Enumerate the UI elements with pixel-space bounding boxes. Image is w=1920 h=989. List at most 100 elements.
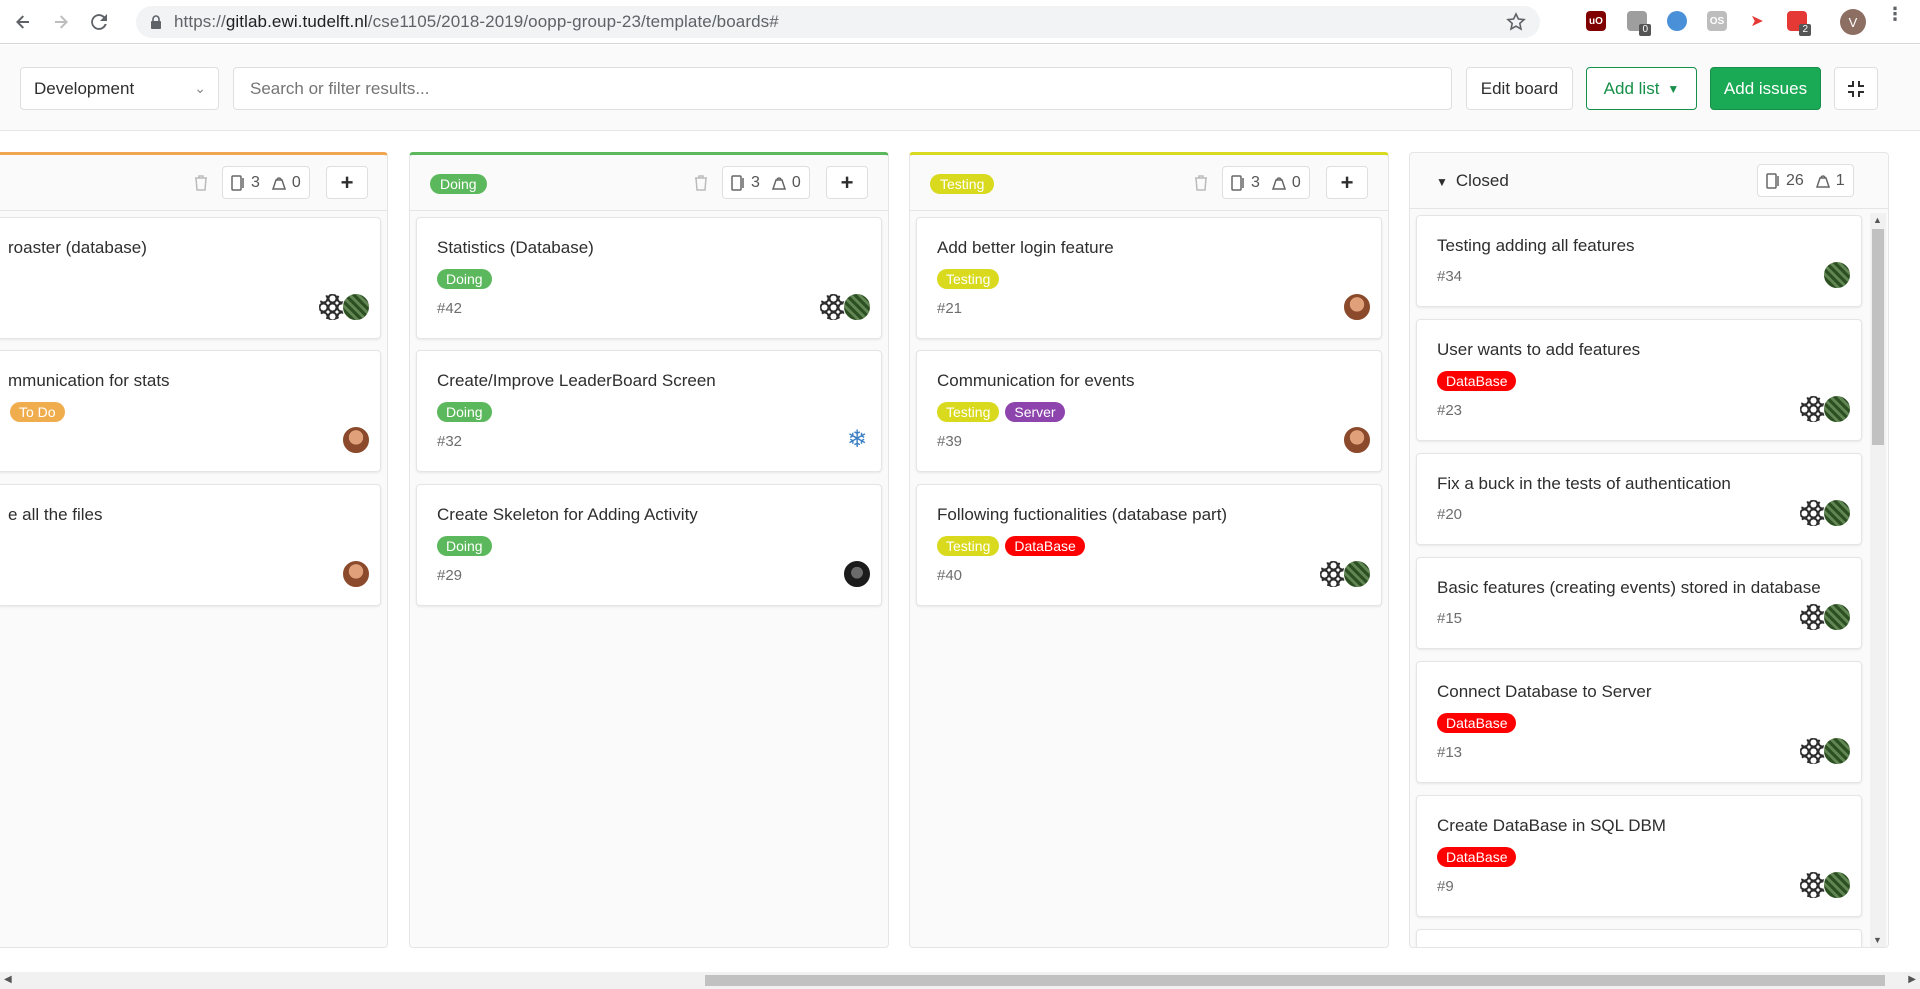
issue-card[interactable]: Create/Improve LeaderBoard Screen Doing … [416,350,882,472]
lock-icon [151,15,161,29]
board-name: Development [34,78,135,98]
list-label[interactable]: Doing [430,174,487,194]
caret-down-icon[interactable]: ▼ [1436,175,1448,189]
label-badge[interactable]: DataBase [1437,371,1517,391]
ublock-extension-icon[interactable]: uO [1583,8,1609,34]
search-input[interactable] [233,67,1452,110]
avatar[interactable] [1823,871,1851,899]
issue-number: #20 [1437,506,1463,523]
edit-board-button[interactable]: Edit board [1466,67,1573,110]
list-scrollbar[interactable]: ▲ ▼ [1870,213,1886,947]
label-badge[interactable]: DataBase [1437,847,1517,867]
label-badge[interactable]: Doing [437,402,492,422]
forward-icon[interactable] [46,7,76,37]
clock-extension-icon[interactable] [1664,8,1690,34]
label-badge[interactable]: Doing [437,269,492,289]
list-counter: 26 1 [1757,164,1854,197]
avatar[interactable] [342,560,370,588]
avatar[interactable] [1343,293,1371,321]
arrow-extension-icon[interactable]: ➤ [1744,8,1770,34]
url-text: https://gitlab.ewi.tudelft.nl/cse1105/20… [174,12,779,31]
back-icon[interactable] [8,7,38,37]
issue-card[interactable]: e all the files [0,484,381,606]
avatar[interactable] [1343,560,1371,588]
avatar[interactable] [342,293,370,321]
avatar[interactable] [1823,261,1851,289]
new-issue-button[interactable]: + [826,166,868,199]
scrollbar-thumb[interactable] [1872,229,1884,445]
profile-avatar[interactable]: V [1840,9,1866,35]
reload-icon[interactable] [84,7,114,37]
issue-card[interactable]: Following fuctionalities (database part)… [916,484,1382,606]
list-label[interactable]: Testing [930,174,995,194]
label-badge[interactable]: Testing [937,536,1000,556]
issue-card[interactable]: mmunication for stats To Do [0,350,381,472]
assignees [819,293,871,321]
avatar[interactable]: ❄ [843,426,871,454]
board-switcher-dropdown[interactable]: Development ⌄ [20,67,219,110]
issue-card[interactable]: Fix a buck in the tests of authenticatio… [1416,453,1862,545]
avatar[interactable] [1823,499,1851,527]
browser-menu-icon[interactable]: ⋮ [1886,5,1904,23]
trash-icon[interactable] [194,175,208,191]
avatar[interactable] [1823,395,1851,423]
issue-card[interactable]: Basic features (creating events) stored … [1416,557,1862,649]
mail-extension-icon[interactable]: 2 [1784,8,1811,36]
label-badge[interactable]: DataBase [1005,536,1085,556]
list-title[interactable]: ▼ Closed [1436,171,1509,191]
assignees [1799,603,1851,631]
address-bar[interactable]: https://gitlab.ewi.tudelft.nl/cse1105/20… [136,6,1540,38]
issue-card[interactable]: Add better login feature Testing #21 [916,217,1382,339]
card-labels: DataBase [1437,847,1517,867]
label-badge[interactable]: DataBase [1437,713,1517,733]
scroll-down-icon[interactable]: ▼ [1873,935,1882,945]
issue-card[interactable]: Testing adding all features #34 [1416,215,1862,307]
scroll-up-icon[interactable]: ▲ [1873,215,1882,225]
issue-card[interactable]: Statistics (Database) Doing #42 [416,217,882,339]
scroll-left-icon[interactable]: ◀ [4,974,12,985]
extension-icon[interactable]: 0 [1624,8,1651,36]
issues-icon [731,174,744,191]
scroll-right-icon[interactable]: ▶ [1908,974,1916,985]
avatar[interactable] [1343,426,1371,454]
new-issue-button[interactable]: + [1326,166,1368,199]
issue-number: #15 [1437,610,1463,627]
avatar[interactable] [843,560,871,588]
list-counter: 3 0 [1222,166,1310,199]
issue-number: #13 [1437,744,1463,761]
list-counter: 3 0 [222,166,310,199]
label-badge[interactable]: To Do [10,402,65,422]
issue-card[interactable]: Create Skeleton for Adding Activity Doin… [416,484,882,606]
new-issue-button[interactable]: + [326,166,368,199]
issue-card[interactable]: Communication for events Testing Server #… [916,350,1382,472]
issue-card[interactable]: Create DataBase in SQL DBM DataBase #9 [1416,795,1862,917]
assignees [1799,871,1851,899]
issue-card[interactable]: User wants to add features DataBase #23 [1416,319,1862,441]
avatar[interactable] [843,293,871,321]
bookmark-star-icon[interactable] [1506,12,1526,32]
list-header: ▼ Closed 26 1 [1410,153,1888,209]
scrollbar-thumb[interactable] [705,975,1885,986]
issue-card[interactable]: roaster (database) [0,217,381,339]
trash-icon[interactable] [1194,175,1208,191]
assignees [843,560,871,588]
avatar[interactable] [342,426,370,454]
label-badge[interactable]: Server [1005,402,1065,422]
avatar[interactable] [1823,737,1851,765]
assignees: ❄ [843,426,871,454]
avatar[interactable] [1823,603,1851,631]
os-extension-icon[interactable]: OS [1704,8,1730,34]
fullscreen-button[interactable] [1834,67,1878,110]
label-badge[interactable]: Testing [937,269,1000,289]
issue-card[interactable] [1416,929,1862,947]
add-issues-button[interactable]: Add issues [1710,67,1821,110]
label-badge[interactable]: Testing [937,402,1000,422]
issue-card[interactable]: Connect Database to Server DataBase #13 [1416,661,1862,783]
label-badge[interactable]: Doing [437,536,492,556]
browser-toolbar: https://gitlab.ewi.tudelft.nl/cse1105/20… [0,0,1920,44]
chevron-down-icon: ⌄ [194,80,206,96]
issue-number: #32 [437,433,463,450]
trash-icon[interactable] [694,175,708,191]
add-list-button[interactable]: Add list ▼ [1586,67,1697,110]
horizontal-scrollbar[interactable]: ◀ ▶ [0,972,1920,989]
